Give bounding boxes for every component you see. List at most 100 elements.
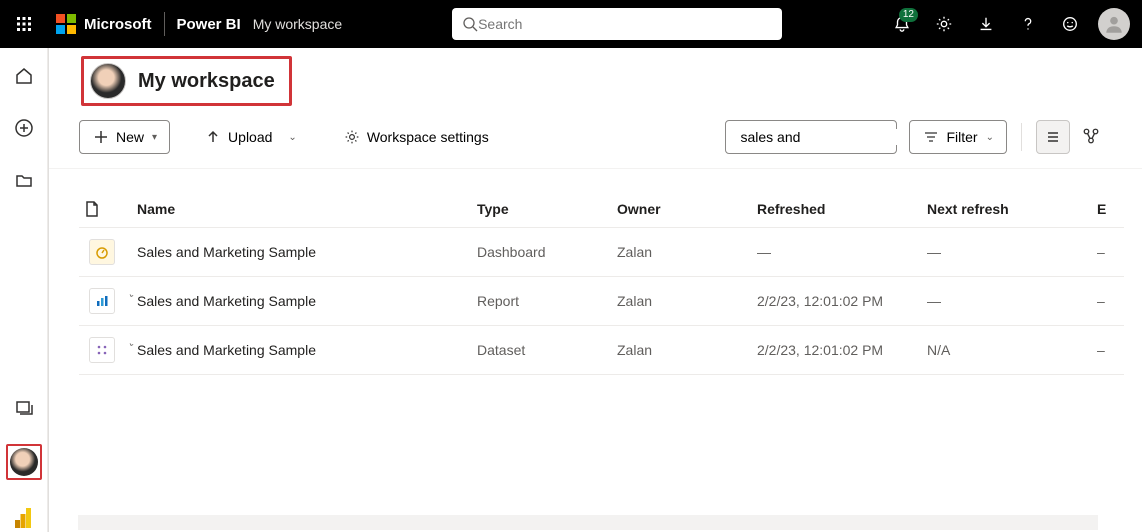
- item-name: Sales and Marketing Sample: [137, 244, 477, 260]
- gear-icon: [935, 15, 953, 33]
- upload-icon: [204, 128, 222, 146]
- folder-icon: [14, 170, 34, 190]
- file-icon: [85, 201, 99, 217]
- item-endorsement: –: [1097, 244, 1137, 260]
- divider: [1021, 123, 1022, 151]
- column-header-icon[interactable]: [79, 201, 137, 217]
- top-right-icons: 12: [882, 0, 1134, 48]
- column-header-type[interactable]: Type: [477, 201, 617, 217]
- table-header-row: Name Type Owner Refreshed Next refresh E: [79, 191, 1124, 228]
- filter-button[interactable]: Filter ⌄: [909, 120, 1007, 154]
- item-type: Dataset: [477, 342, 617, 358]
- content-table: Name Type Owner Refreshed Next refresh E…: [49, 191, 1142, 375]
- plus-circle-icon: [14, 118, 34, 138]
- item-next-refresh: —: [927, 244, 1097, 260]
- item-type: Dashboard: [477, 244, 617, 260]
- list-view-button[interactable]: [1036, 120, 1070, 154]
- smiley-icon: [1061, 15, 1079, 33]
- item-owner: Zalan: [617, 244, 757, 260]
- divider: [164, 12, 165, 36]
- workspace-header: My workspace: [49, 48, 1142, 112]
- item-next-refresh: —: [927, 293, 1097, 309]
- download-button[interactable]: [966, 0, 1006, 48]
- app-launcher-button[interactable]: [0, 0, 48, 48]
- workspace-settings-label: Workspace settings: [367, 129, 489, 145]
- workspace-title-highlight: My workspace: [81, 56, 292, 106]
- powerbi-logo-icon: [14, 506, 34, 530]
- microsoft-brand-link[interactable]: Microsoft: [48, 14, 160, 34]
- command-bar: New ▾ Upload ⌄ Workspace settings: [49, 112, 1142, 169]
- item-next-refresh: N/A: [927, 342, 1097, 358]
- upload-button[interactable]: Upload ⌄: [192, 120, 309, 154]
- microsoft-logo-icon: [56, 14, 76, 34]
- workspace-avatar: [90, 63, 126, 99]
- horizontal-scrollbar[interactable]: [78, 515, 1098, 530]
- question-icon: [1019, 15, 1037, 33]
- page-title: My workspace: [138, 70, 275, 93]
- plus-icon: [92, 128, 110, 146]
- gear-icon: [343, 128, 361, 146]
- item-name: Sales and Marketing Sample: [137, 293, 477, 309]
- item-owner: Zalan: [617, 293, 757, 309]
- lineage-icon: [1082, 127, 1100, 145]
- workspace-settings-button[interactable]: Workspace settings: [331, 120, 501, 154]
- lineage-view-button[interactable]: [1082, 127, 1112, 148]
- account-avatar[interactable]: [1098, 8, 1130, 40]
- download-icon: [977, 15, 995, 33]
- column-header-name[interactable]: Name: [137, 201, 477, 217]
- workspaces-nav-button[interactable]: [8, 392, 40, 424]
- item-endorsement: –: [1097, 342, 1137, 358]
- top-navigation-bar: Microsoft Power BI My workspace 12: [0, 0, 1142, 48]
- notification-badge: 12: [899, 8, 918, 22]
- notifications-button[interactable]: 12: [882, 0, 922, 48]
- workspace-search-input[interactable]: [740, 129, 921, 145]
- waffle-icon: [16, 16, 32, 32]
- column-header-refreshed[interactable]: Refreshed: [757, 201, 927, 217]
- table-row[interactable]: Sales and Marketing Sample Dashboard Zal…: [79, 228, 1124, 277]
- report-icon: [89, 288, 115, 314]
- global-search-wrapper: [392, 8, 782, 40]
- breadcrumb[interactable]: My workspace: [253, 16, 342, 32]
- feedback-button[interactable]: [1050, 0, 1090, 48]
- main-content: My workspace New ▾ Upload ⌄ Workspace se…: [48, 48, 1142, 532]
- item-refreshed: 2/2/23, 12:01:02 PM: [757, 342, 927, 358]
- stack-icon: [14, 398, 34, 418]
- column-header-endorsement[interactable]: E: [1097, 201, 1137, 217]
- workspace-search-box[interactable]: [725, 120, 897, 154]
- filter-icon: [922, 128, 940, 146]
- global-search-box[interactable]: [452, 8, 782, 40]
- item-owner: Zalan: [617, 342, 757, 358]
- table-row[interactable]: Sales and Marketing Sample Report Zalan …: [79, 277, 1124, 326]
- dataset-icon: [89, 337, 115, 363]
- home-nav-button[interactable]: [8, 60, 40, 92]
- left-navigation-rail: [0, 48, 48, 532]
- brand-text: Microsoft: [84, 16, 152, 33]
- upload-button-label: Upload: [228, 129, 272, 145]
- new-button[interactable]: New ▾: [79, 120, 170, 154]
- column-header-owner[interactable]: Owner: [617, 201, 757, 217]
- chevron-down-icon: ⌄: [986, 132, 994, 143]
- current-workspace-button[interactable]: [6, 444, 42, 480]
- new-button-label: New: [116, 129, 144, 145]
- column-header-next-refresh[interactable]: Next refresh: [927, 201, 1097, 217]
- browse-nav-button[interactable]: [8, 164, 40, 196]
- list-icon: [1045, 129, 1061, 145]
- chevron-down-icon: ▾: [152, 132, 157, 143]
- create-nav-button[interactable]: [8, 112, 40, 144]
- chevron-down-icon: ⌄: [288, 132, 296, 143]
- home-icon: [14, 66, 34, 86]
- help-button[interactable]: [1008, 0, 1048, 48]
- workspace-avatar-icon: [10, 448, 38, 476]
- table-row[interactable]: Sales and Marketing Sample Dataset Zalan…: [79, 326, 1124, 375]
- global-search-input[interactable]: [478, 16, 772, 32]
- person-icon: [1103, 13, 1125, 35]
- item-type: Report: [477, 293, 617, 309]
- filter-button-label: Filter: [946, 129, 977, 145]
- item-endorsement: –: [1097, 293, 1137, 309]
- dashboard-icon: [89, 239, 115, 265]
- product-name[interactable]: Power BI: [177, 16, 241, 33]
- settings-button[interactable]: [924, 0, 964, 48]
- item-refreshed: —: [757, 244, 927, 260]
- item-refreshed: 2/2/23, 12:01:02 PM: [757, 293, 927, 309]
- item-name: Sales and Marketing Sample: [137, 342, 477, 358]
